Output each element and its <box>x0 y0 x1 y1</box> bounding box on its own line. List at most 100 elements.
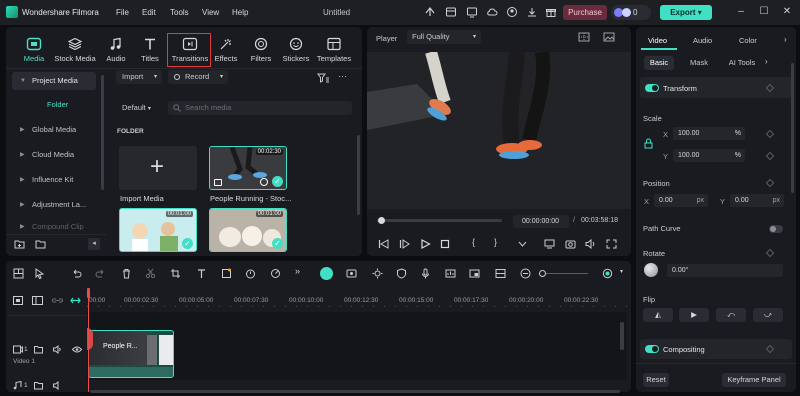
sort-default-dropdown[interactable]: Default ▾ <box>116 101 162 115</box>
properties-scrollbar[interactable] <box>791 63 794 193</box>
tab-stock-media[interactable]: Stock Media <box>53 37 97 65</box>
more-tools-icon[interactable] <box>517 239 528 249</box>
subtab-mask[interactable]: Mask <box>684 56 714 70</box>
tab-stickers[interactable]: Stickers <box>276 37 316 65</box>
select-tool-icon[interactable] <box>34 268 45 279</box>
sidebar-scrollbar[interactable] <box>101 75 104 190</box>
compositing-toggle[interactable] <box>645 345 659 353</box>
rotate-left-button[interactable]: ⤺ <box>716 308 746 322</box>
shield-icon[interactable] <box>396 268 407 279</box>
scale-x-field[interactable]: 100.00 % <box>673 127 745 140</box>
keyframe-panel-button[interactable]: Keyframe Panel <box>722 373 786 387</box>
filter-sort-icon[interactable] <box>317 73 329 83</box>
marker-icon[interactable] <box>221 268 232 279</box>
close-icon[interactable]: ✕ <box>781 6 793 18</box>
microphone-icon[interactable] <box>420 268 431 279</box>
scale-y-field[interactable]: 100.00 % <box>673 149 745 162</box>
grid-view-icon[interactable] <box>578 32 590 42</box>
playhead-handle[interactable] <box>378 217 385 224</box>
subtab-ai-tools[interactable]: AI Tools <box>724 56 760 70</box>
media-item-people-running[interactable]: 00:02:30 ✓ <box>209 146 287 190</box>
tab-color[interactable]: Color <box>739 36 757 45</box>
media-item-dogs[interactable]: 00:01:00 ✓ <box>209 208 287 252</box>
more-tools-arrow-icon[interactable]: » <box>295 266 300 276</box>
folder-icon[interactable] <box>35 239 46 249</box>
speaker-icon[interactable] <box>53 381 63 390</box>
layout-icon[interactable] <box>13 268 24 279</box>
add-track-icon[interactable] <box>13 296 23 305</box>
media-scrollbar[interactable] <box>357 135 360 215</box>
flip-vertical-button[interactable]: ▶ <box>679 308 709 322</box>
split-scissors-icon[interactable] <box>145 268 156 279</box>
keyframe-diamond-icon[interactable] <box>765 129 775 139</box>
keyframe-diamond-icon[interactable] <box>765 178 775 188</box>
sun-icon[interactable] <box>372 268 383 279</box>
gift-icon[interactable] <box>545 6 557 18</box>
menu-file[interactable]: File <box>116 8 129 17</box>
minimize-icon[interactable]: – <box>735 6 747 18</box>
display-icon[interactable] <box>544 239 555 249</box>
keyframe-diamond-icon[interactable] <box>765 151 775 161</box>
menu-view[interactable]: View <box>202 8 219 17</box>
audio-mix-icon[interactable] <box>445 268 456 279</box>
storyboard-icon[interactable] <box>495 268 506 279</box>
window-layout-icon[interactable] <box>445 6 457 18</box>
snapshot-image-icon[interactable] <box>603 32 615 42</box>
timeline-vertical-scrollbar[interactable] <box>620 322 624 350</box>
transform-toggle[interactable] <box>645 84 659 92</box>
sidebar-item-project-media[interactable]: ▼ Project Media <box>12 72 96 90</box>
link-icon[interactable] <box>52 296 63 305</box>
folder-track-icon[interactable] <box>34 345 43 354</box>
current-time-display[interactable]: 00:00:00:00 <box>513 215 569 228</box>
chevron-right-icon[interactable]: › <box>765 57 768 66</box>
menu-edit[interactable]: Edit <box>142 8 156 17</box>
tab-effects[interactable]: Effects <box>206 37 246 65</box>
tab-titles[interactable]: Titles <box>130 37 170 65</box>
keyframe-diamond-icon[interactable] <box>765 248 775 258</box>
rotate-field[interactable]: 0.00° <box>667 264 783 277</box>
skip-back-icon[interactable] <box>378 239 389 249</box>
snap-magnet-icon[interactable] <box>70 295 81 306</box>
fullscreen-icon[interactable] <box>606 239 617 249</box>
tab-audio-props[interactable]: Audio <box>693 36 712 45</box>
cloud-upload-icon[interactable] <box>486 6 498 18</box>
timeline-horizontal-scrollbar[interactable] <box>90 390 620 393</box>
sidebar-item-compound-clip[interactable]: ▶ Compound Clip <box>12 220 96 230</box>
export-button[interactable]: Export ▾ <box>660 5 712 20</box>
search-input[interactable]: Search media <box>168 101 352 115</box>
path-curve-toggle[interactable] <box>769 225 783 233</box>
text-tool-icon[interactable] <box>196 268 207 279</box>
track-view-icon[interactable] <box>32 296 43 305</box>
zoom-slider-track[interactable] <box>541 273 588 274</box>
rotate-dial[interactable] <box>644 263 658 277</box>
video-preview[interactable] <box>367 52 631 209</box>
menu-tools[interactable]: Tools <box>170 8 189 17</box>
eye-icon[interactable] <box>72 345 82 354</box>
import-media-tile[interactable]: + <box>119 146 197 190</box>
tab-templates[interactable]: Templates <box>312 37 356 65</box>
position-x-field[interactable]: 0.00 px <box>654 194 708 207</box>
timeline-settings-icon[interactable] <box>602 268 613 279</box>
lock-ratio-icon[interactable] <box>644 138 653 149</box>
playhead-grip[interactable] <box>87 328 93 350</box>
mark-out-icon[interactable]: } <box>494 237 497 247</box>
tab-video[interactable]: Video <box>648 36 667 45</box>
maximize-icon[interactable]: ☐ <box>758 6 770 18</box>
rotate-right-button[interactable]: ⤻ <box>753 308 783 322</box>
zoom-slider-handle[interactable] <box>539 270 546 277</box>
ai-tool-icon[interactable] <box>320 267 333 280</box>
play-icon[interactable] <box>420 239 431 249</box>
snapshot-camera-icon[interactable] <box>565 239 576 249</box>
tab-media[interactable]: Media <box>14 37 54 65</box>
new-folder-icon[interactable] <box>14 239 25 249</box>
download-icon[interactable] <box>526 6 538 18</box>
speaker-icon[interactable] <box>53 345 63 354</box>
folder-track-icon[interactable] <box>34 381 43 390</box>
quality-dropdown[interactable]: Full Quality ▾ <box>407 30 481 44</box>
feedback-icon[interactable] <box>424 6 436 18</box>
import-dropdown[interactable]: Import ▾ <box>116 70 162 84</box>
subtab-basic[interactable]: Basic <box>644 56 674 70</box>
more-options-icon[interactable]: ··· <box>338 71 347 81</box>
volume-icon[interactable] <box>585 239 596 249</box>
sidebar-item-global-media[interactable]: ▶ Global Media <box>12 121 96 139</box>
